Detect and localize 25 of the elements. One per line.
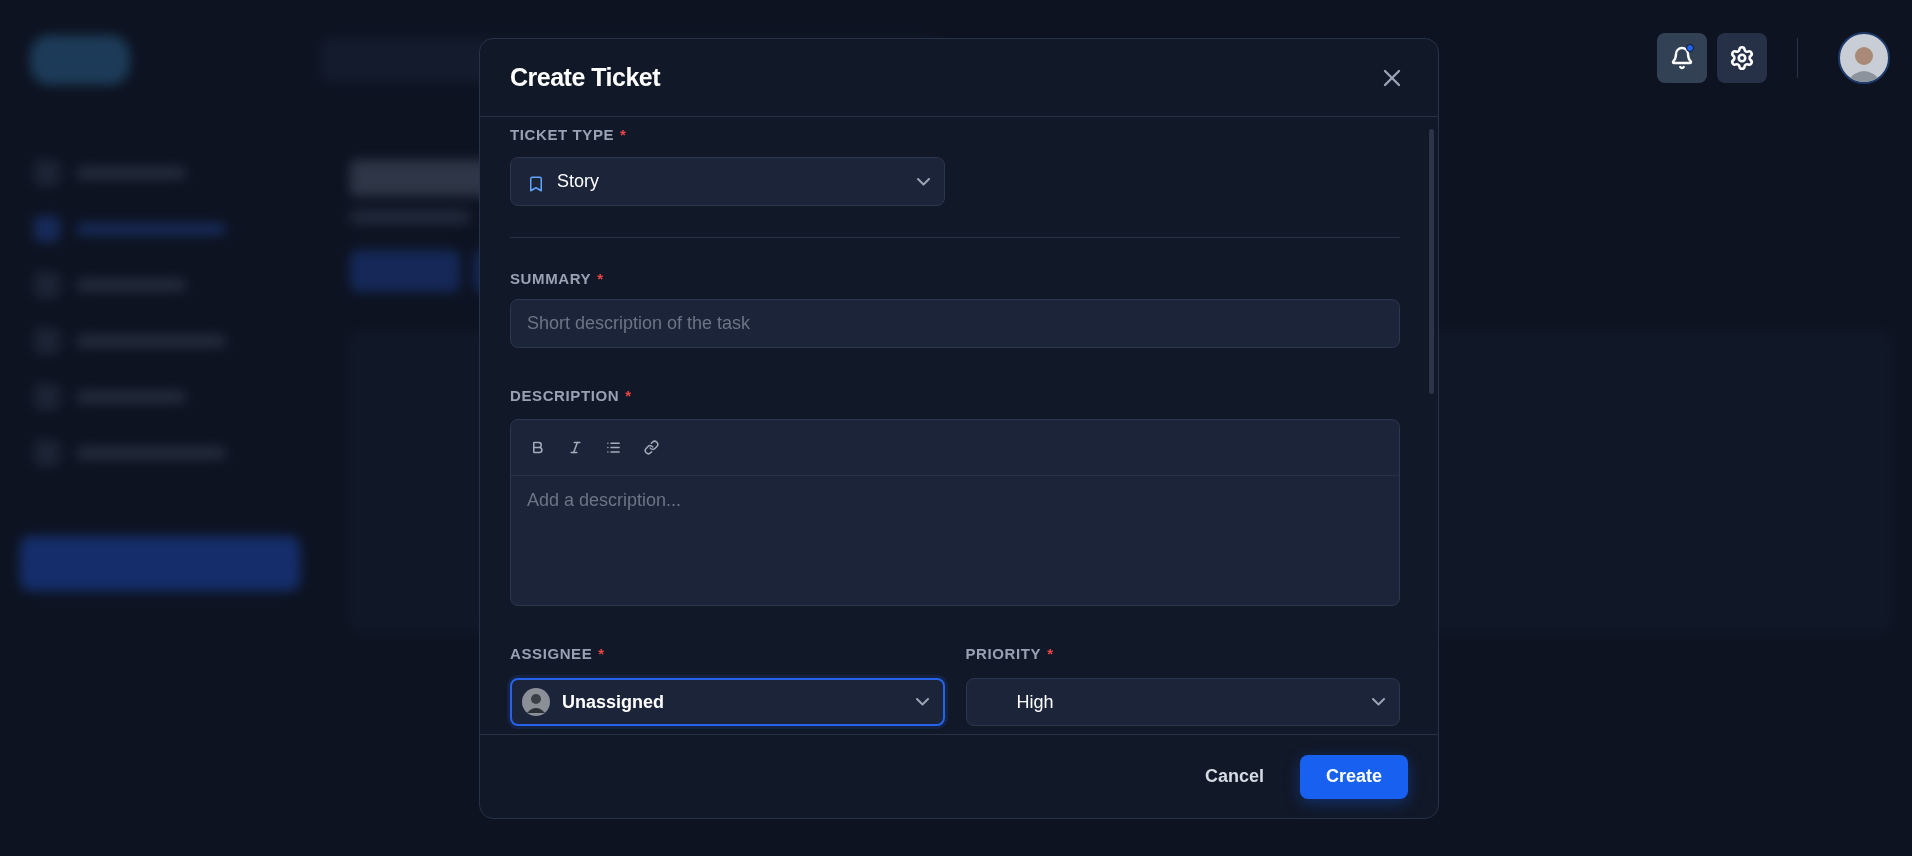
dialog-title: Create Ticket <box>510 63 661 92</box>
settings-icon <box>1729 45 1755 71</box>
field-label: DESCRIPTION * <box>510 388 633 404</box>
chevron-down-icon <box>1372 698 1385 706</box>
assignee-select[interactable]: Unassigned <box>510 678 945 726</box>
notification-button[interactable] <box>1657 33 1707 83</box>
chevron-down-icon <box>917 177 930 186</box>
ticket-type-select[interactable]: Story <box>510 157 945 206</box>
cancel-button[interactable]: Cancel <box>1200 754 1268 799</box>
priority-select[interactable]: High <box>965 678 1400 726</box>
field-label: SUMMARY * <box>510 271 605 287</box>
user-avatar[interactable] <box>1838 32 1890 84</box>
bell-icon <box>1670 46 1694 70</box>
scrollbar-thumb[interactable] <box>1429 129 1434 394</box>
avatar-icon <box>522 688 550 716</box>
field-label: PRIORITY * <box>965 646 1055 662</box>
field-label: ASSIGNEE * <box>510 646 606 662</box>
settings-button[interactable] <box>1717 33 1767 83</box>
description-field[interactable]: Add a description... <box>511 476 1399 605</box>
chevron-down-icon <box>915 698 929 706</box>
bookmark-icon <box>527 174 545 193</box>
summary-field[interactable]: Short description of the task <box>510 299 1400 348</box>
create-button[interactable]: Create <box>1299 754 1408 799</box>
field-label: TICKET TYPE * <box>510 127 628 143</box>
description-editor[interactable]: Add a description... <box>510 419 1400 606</box>
